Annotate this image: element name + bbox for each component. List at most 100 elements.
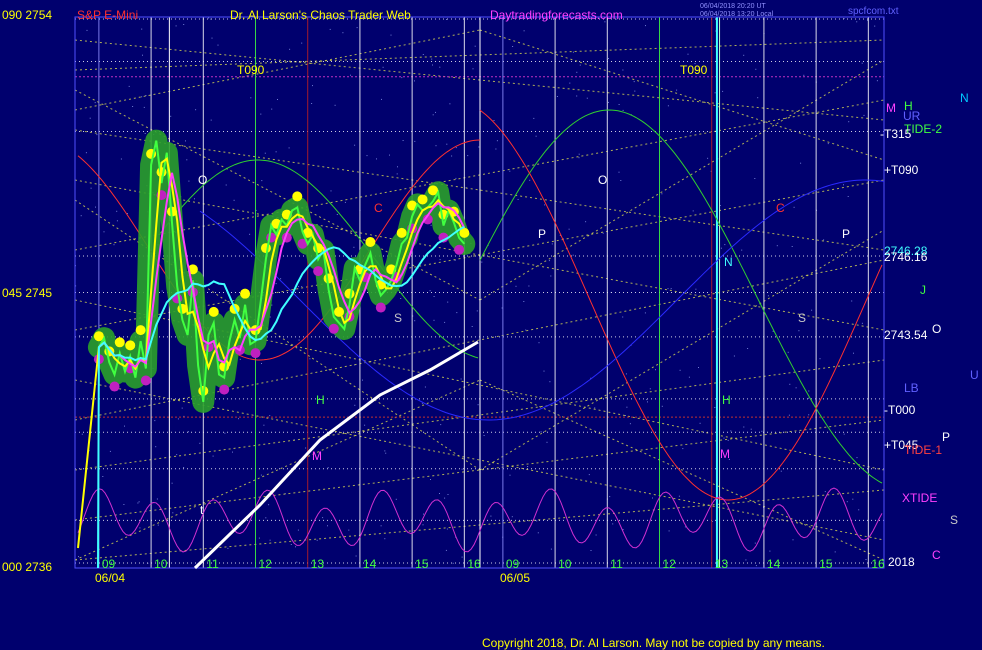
star-dot bbox=[535, 135, 537, 137]
star-dot bbox=[264, 152, 266, 154]
star-dot bbox=[401, 77, 403, 79]
star-dot bbox=[414, 80, 415, 82]
star-dot bbox=[618, 171, 620, 173]
star-dot bbox=[385, 452, 387, 454]
star-dot bbox=[414, 320, 416, 322]
star-dot bbox=[743, 426, 745, 428]
star-dot bbox=[622, 69, 624, 71]
date-label-0604: 06/04 bbox=[95, 571, 125, 585]
high-dot bbox=[208, 306, 219, 317]
star-dot bbox=[754, 542, 756, 544]
hour-tick-label: 16 bbox=[871, 557, 885, 571]
star-dot bbox=[224, 432, 226, 434]
star-dot bbox=[172, 512, 174, 514]
star-dot bbox=[556, 96, 558, 97]
star-dot bbox=[655, 369, 656, 371]
star-dot bbox=[876, 80, 878, 82]
hour-tick-label: 13 bbox=[311, 557, 325, 571]
low-dot bbox=[454, 244, 465, 255]
star-dot bbox=[277, 99, 278, 100]
star-dot bbox=[263, 424, 265, 426]
star-dot bbox=[668, 530, 670, 532]
star-dot bbox=[568, 228, 570, 230]
star-dot bbox=[389, 154, 390, 156]
star-dot bbox=[730, 430, 732, 432]
star-dot bbox=[661, 193, 663, 195]
star-dot bbox=[755, 565, 757, 567]
star-dot bbox=[646, 399, 648, 401]
star-dot bbox=[96, 134, 98, 136]
star-dot bbox=[422, 524, 424, 526]
star-dot bbox=[856, 21, 858, 23]
star-dot bbox=[792, 539, 794, 541]
star-dot bbox=[858, 509, 860, 511]
star-dot bbox=[472, 68, 474, 70]
star-dot bbox=[81, 433, 83, 435]
star-dot bbox=[396, 173, 398, 175]
star-dot bbox=[493, 120, 495, 121]
star-dot bbox=[439, 493, 440, 494]
time-ut: 06/04/2018 20:20 UT bbox=[700, 3, 766, 10]
star-dot bbox=[569, 82, 571, 84]
star-dot bbox=[342, 32, 344, 34]
star-dot bbox=[461, 468, 463, 470]
right-label: XTIDE bbox=[902, 491, 937, 505]
in-chart-label: S bbox=[798, 311, 806, 325]
hour-tick-label: 10 bbox=[154, 557, 168, 571]
star-dot bbox=[90, 187, 92, 189]
time-local: 06/04/2018 13:20 Local bbox=[700, 11, 774, 18]
star-dot bbox=[851, 300, 853, 302]
star-dot bbox=[509, 474, 511, 476]
star-dot bbox=[585, 221, 587, 223]
star-dot bbox=[170, 115, 172, 117]
star-dot bbox=[819, 358, 821, 360]
star-dot bbox=[634, 90, 636, 92]
hour-tick-label: 13 bbox=[715, 557, 729, 571]
star-dot bbox=[595, 534, 597, 536]
star-dot bbox=[431, 58, 433, 60]
in-chart-label: H bbox=[722, 393, 731, 407]
right-label: TIDE-1 bbox=[904, 443, 942, 457]
star-dot bbox=[327, 467, 329, 469]
star-dot bbox=[724, 244, 726, 246]
star-dot bbox=[144, 133, 146, 134]
right-label: N bbox=[960, 91, 969, 105]
star-dot bbox=[476, 310, 478, 312]
star-dot bbox=[123, 504, 125, 505]
star-dot bbox=[238, 418, 239, 420]
star-dot bbox=[275, 151, 277, 153]
star-dot bbox=[301, 286, 303, 288]
star-dot bbox=[384, 538, 386, 540]
star-dot bbox=[116, 210, 118, 212]
star-dot bbox=[217, 44, 219, 46]
star-dot bbox=[429, 290, 431, 292]
star-dot bbox=[824, 491, 826, 493]
star-dot bbox=[667, 105, 669, 107]
low-dot bbox=[140, 375, 151, 386]
star-dot bbox=[528, 285, 530, 287]
in-chart-label: S bbox=[394, 311, 402, 325]
star-dot bbox=[481, 261, 483, 263]
star-dot bbox=[525, 329, 527, 331]
star-dot bbox=[594, 407, 596, 409]
star-dot bbox=[356, 27, 358, 29]
star-dot bbox=[536, 520, 538, 522]
star-dot bbox=[183, 467, 185, 468]
in-chart-label: C bbox=[776, 201, 785, 215]
site-link[interactable]: Daytradingforecasts.com bbox=[490, 8, 623, 22]
hour-tick-label: 12 bbox=[663, 557, 677, 571]
star-dot bbox=[269, 415, 271, 417]
star-dot bbox=[649, 388, 651, 390]
star-dot bbox=[720, 247, 722, 249]
star-dot bbox=[452, 562, 454, 564]
star-dot bbox=[444, 321, 446, 323]
star-dot bbox=[527, 466, 529, 467]
star-dot bbox=[138, 501, 140, 503]
star-dot bbox=[271, 304, 273, 306]
star-dot bbox=[477, 404, 479, 406]
star-dot bbox=[290, 544, 292, 545]
low-dot bbox=[266, 232, 277, 243]
star-dot bbox=[798, 330, 800, 332]
star-dot bbox=[609, 496, 611, 498]
star-dot bbox=[288, 147, 290, 149]
